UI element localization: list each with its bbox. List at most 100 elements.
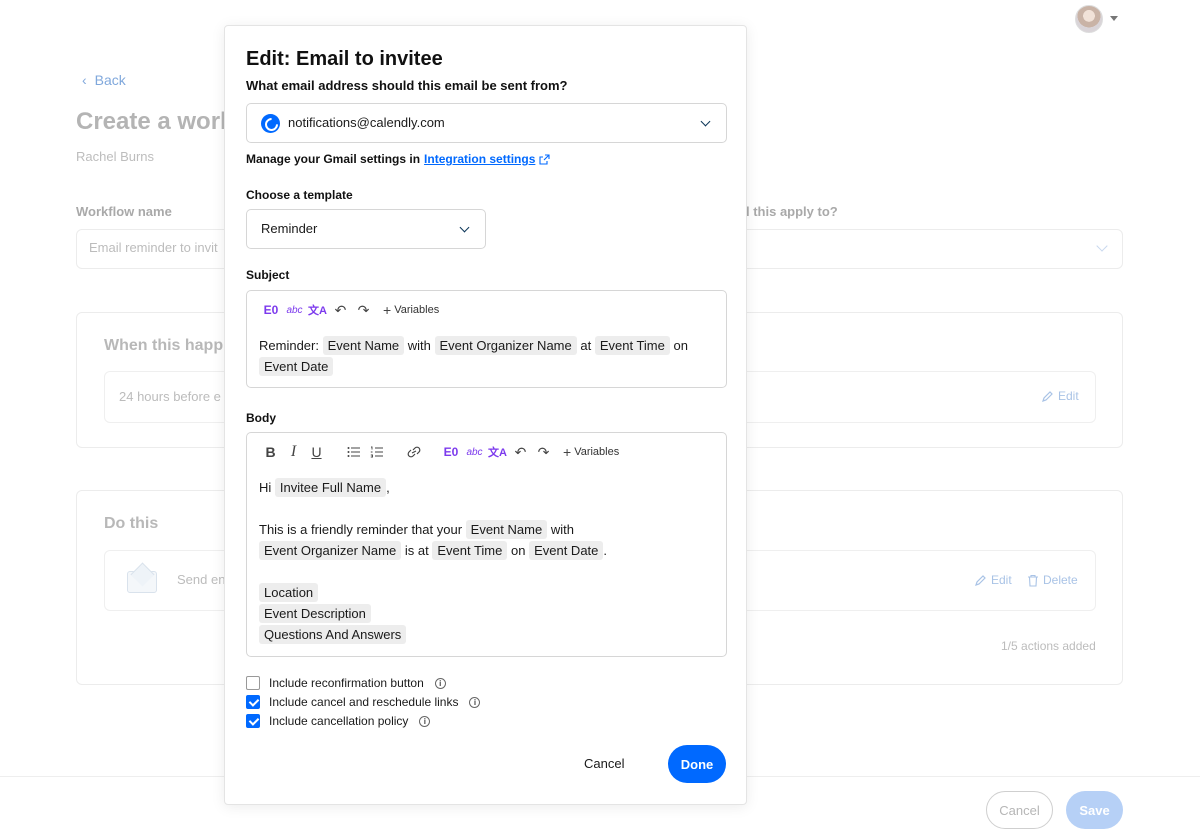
caret-down-icon[interactable] xyxy=(1110,16,1118,21)
body-text: on xyxy=(510,543,526,558)
body-text: is at xyxy=(404,543,429,558)
variable-chip[interactable]: Invitee Full Name xyxy=(274,478,387,497)
edit-email-modal: Edit: Email to invitee What email addres… xyxy=(224,25,747,805)
reconfirmation-label: Include reconfirmation button xyxy=(269,676,424,690)
variable-chip[interactable]: Event Description xyxy=(259,604,371,623)
body-content[interactable]: Hi Invitee Full Name, This is a friendly… xyxy=(259,477,607,645)
subject-toolbar: E0 abc 文A ↶ ↷ + Variables xyxy=(259,299,440,321)
cancellation-policy-option[interactable]: Include cancellation policy i xyxy=(246,714,431,728)
chevron-down-icon xyxy=(1096,240,1108,252)
spellcheck-icon[interactable]: abc xyxy=(283,299,306,321)
subject-label: Subject xyxy=(246,268,290,282)
redo-icon[interactable]: ↷ xyxy=(352,299,375,321)
actions-count: 1/5 actions added xyxy=(1001,639,1096,653)
subject-text: at xyxy=(580,338,592,353)
cancellation-policy-checkbox[interactable] xyxy=(246,714,260,728)
translate-icon[interactable]: 文A xyxy=(306,299,329,321)
integration-settings-link[interactable]: Integration settings xyxy=(424,152,535,166)
action-edit-label: Edit xyxy=(991,573,1012,587)
back-link[interactable]: ‹ Back xyxy=(82,72,126,88)
template-select[interactable]: Reminder xyxy=(246,209,486,249)
user-avatar[interactable] xyxy=(1075,5,1103,33)
subject-variables-button[interactable]: + Variables xyxy=(383,302,439,318)
trash-icon xyxy=(1028,574,1038,587)
workflow-name-label: Workflow name xyxy=(76,204,172,219)
modal-title: Edit: Email to invitee xyxy=(246,48,443,70)
italic-button[interactable]: I xyxy=(282,441,305,463)
pencil-icon xyxy=(975,574,986,586)
template-label: Choose a template xyxy=(246,188,353,202)
ai-assist-icon[interactable]: E0 xyxy=(259,299,283,321)
subject-content[interactable]: Reminder: Event Name with Event Organize… xyxy=(259,335,688,377)
info-icon[interactable]: i xyxy=(434,677,446,689)
info-icon[interactable]: i xyxy=(419,715,431,727)
body-text: This is a friendly reminder that your xyxy=(259,522,463,537)
page-cancel-button[interactable]: Cancel xyxy=(986,791,1053,829)
from-question: What email address should this email be … xyxy=(246,78,568,93)
action-value: Send en xyxy=(177,572,226,587)
envelope-icon xyxy=(127,571,157,593)
workflow-name-input[interactable]: Email reminder to invit xyxy=(76,229,246,269)
variable-chip[interactable]: Location xyxy=(259,583,319,602)
reconfirmation-option[interactable]: Include reconfirmation button i xyxy=(246,676,446,690)
subject-text: with xyxy=(407,338,431,353)
pencil-icon xyxy=(1042,390,1053,402)
translate-icon[interactable]: 文A xyxy=(486,441,509,463)
underline-button[interactable]: U xyxy=(305,441,328,463)
page-title: Create a work xyxy=(76,108,234,135)
variable-chip[interactable]: Questions And Answers xyxy=(259,625,407,644)
modal-cancel-button[interactable]: Cancel xyxy=(584,756,624,771)
body-editor[interactable]: B I U E0 abc 文A ↶ ↷ + Variables Hi Invit… xyxy=(246,432,727,657)
trigger-edit-button[interactable]: Edit xyxy=(1041,389,1079,403)
body-variables-button[interactable]: + Variables xyxy=(563,444,619,460)
apply-to-label: l this apply to? xyxy=(746,204,838,219)
variable-chip[interactable]: Event Organizer Name xyxy=(259,541,402,560)
subject-editor[interactable]: E0 abc 文A ↶ ↷ + Variables Reminder: Even… xyxy=(246,290,727,388)
numbered-list-icon[interactable] xyxy=(365,441,388,463)
action-delete-label: Delete xyxy=(1043,573,1078,587)
page-save-button[interactable]: Save xyxy=(1066,791,1123,829)
apply-to-select[interactable] xyxy=(746,229,1123,269)
cancellation-policy-label: Include cancellation policy xyxy=(269,714,409,728)
info-icon[interactable]: i xyxy=(469,696,481,708)
reconfirmation-checkbox[interactable] xyxy=(246,676,260,690)
variable-chip[interactable]: Event Time xyxy=(432,541,508,560)
variable-chip[interactable]: Event Name xyxy=(465,520,548,539)
redo-icon[interactable]: ↷ xyxy=(532,441,555,463)
external-link-icon[interactable] xyxy=(539,153,550,165)
plus-icon: + xyxy=(383,302,392,318)
back-label: Back xyxy=(94,72,126,88)
undo-icon[interactable]: ↶ xyxy=(329,299,352,321)
variables-label: Variables xyxy=(394,304,440,316)
undo-icon[interactable]: ↶ xyxy=(509,441,532,463)
variable-chip[interactable]: Event Organizer Name xyxy=(434,336,577,355)
body-text: with xyxy=(550,522,574,537)
cancel-reschedule-checkbox[interactable] xyxy=(246,695,260,709)
chevron-down-icon xyxy=(700,116,711,127)
link-icon[interactable] xyxy=(402,441,425,463)
action-edit-button[interactable]: Edit xyxy=(974,573,1012,587)
variable-chip[interactable]: Event Time xyxy=(594,336,670,355)
body-text: , xyxy=(386,480,390,495)
body-toolbar: B I U E0 abc 文A ↶ ↷ + Variables xyxy=(259,441,619,463)
subject-text: on xyxy=(673,338,688,353)
bullet-list-icon[interactable] xyxy=(342,441,365,463)
variable-chip[interactable]: Event Date xyxy=(259,357,334,376)
action-delete-button[interactable]: Delete xyxy=(1027,573,1078,587)
cancel-reschedule-option[interactable]: Include cancel and reschedule links i xyxy=(246,695,481,709)
from-address-value: notifications@calendly.com xyxy=(288,115,445,130)
from-address-select[interactable]: notifications@calendly.com xyxy=(246,103,727,143)
action-title: Do this xyxy=(104,515,159,532)
subject-text: Reminder: xyxy=(259,338,319,353)
body-text: Hi xyxy=(259,480,272,495)
plus-icon: + xyxy=(563,444,572,460)
spellcheck-icon[interactable]: abc xyxy=(463,441,486,463)
trigger-edit-label: Edit xyxy=(1058,389,1079,403)
variable-chip[interactable]: Event Name xyxy=(322,336,405,355)
gmail-settings-note: Manage your Gmail settings in Integratio… xyxy=(246,152,550,166)
variable-chip[interactable]: Event Date xyxy=(529,541,604,560)
modal-done-button[interactable]: Done xyxy=(668,745,726,783)
ai-assist-icon[interactable]: E0 xyxy=(439,441,463,463)
bold-button[interactable]: B xyxy=(259,441,282,463)
trigger-title: When this happ xyxy=(104,337,224,354)
